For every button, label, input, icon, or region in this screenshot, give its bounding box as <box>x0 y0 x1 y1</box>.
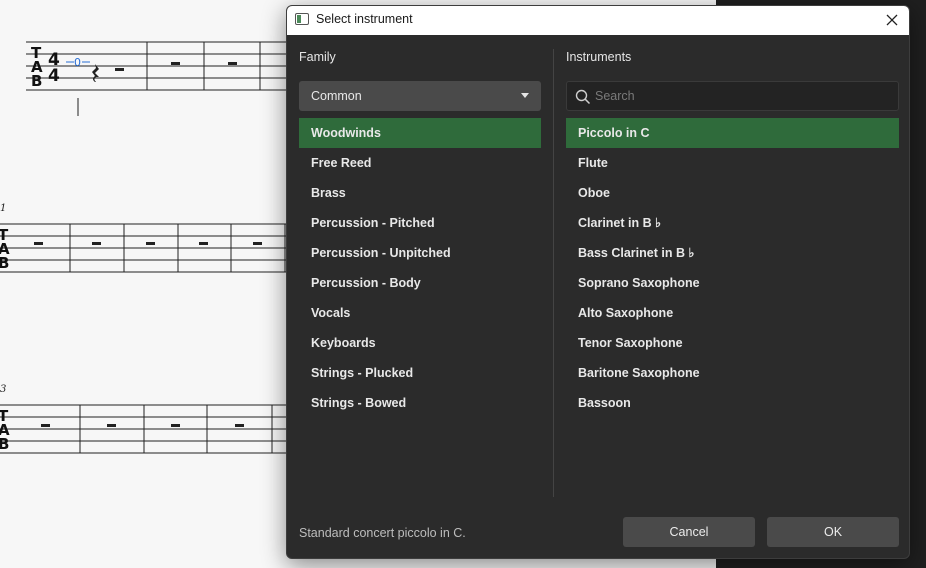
close-button[interactable] <box>879 8 905 32</box>
family-item-free-reed[interactable]: Free Reed <box>299 148 541 178</box>
instrument-item-bass-clarinet[interactable]: Bass Clarinet in B ♭ <box>566 238 899 268</box>
instrument-item-flute[interactable]: Flute <box>566 148 899 178</box>
measure-number-1: 1 <box>0 203 6 214</box>
dialog-titlebar[interactable]: Select instrument <box>287 6 909 35</box>
family-dropdown[interactable]: Common <box>299 81 541 111</box>
family-item-keyboards[interactable]: Keyboards <box>299 328 541 358</box>
tab-clef-b-3: B <box>0 435 9 453</box>
family-dropdown-value: Common <box>311 89 362 103</box>
instrument-item-baritone-sax[interactable]: Baritone Saxophone <box>566 358 899 388</box>
measure-number-3: 3 <box>0 384 6 395</box>
family-item-brass[interactable]: Brass <box>299 178 541 208</box>
family-item-percussion-body[interactable]: Percussion - Body <box>299 268 541 298</box>
family-item-strings-plucked[interactable]: Strings - Plucked <box>299 358 541 388</box>
close-icon <box>886 14 898 26</box>
family-item-woodwinds[interactable]: Woodwinds <box>299 118 541 148</box>
family-item-percussion-pitched[interactable]: Percussion - Pitched <box>299 208 541 238</box>
instrument-item-piccolo[interactable]: Piccolo in C <box>566 118 899 148</box>
family-item-percussion-unpitched[interactable]: Percussion - Unpitched <box>299 238 541 268</box>
search-icon <box>575 89 591 105</box>
instrument-description: Standard concert piccolo in C. <box>299 526 466 540</box>
instrument-item-oboe[interactable]: Oboe <box>566 178 899 208</box>
family-item-strings-bowed[interactable]: Strings - Bowed <box>299 388 541 418</box>
chevron-down-icon <box>521 93 529 98</box>
dialog-title: Select instrument <box>316 12 413 26</box>
family-label: Family <box>299 50 336 64</box>
select-instrument-dialog: Select instrument Family Instruments Com… <box>286 5 910 559</box>
instrument-item-bassoon[interactable]: Bassoon <box>566 388 899 418</box>
ok-button[interactable]: OK <box>767 517 899 547</box>
time-sig-bottom: 4 <box>48 66 60 86</box>
instrument-item-clarinet[interactable]: Clarinet in B ♭ <box>566 208 899 238</box>
fret-number: 0 <box>74 56 81 69</box>
tab-clef-b-1: B <box>31 72 42 90</box>
column-divider <box>553 49 554 497</box>
instrument-item-tenor-sax[interactable]: Tenor Saxophone <box>566 328 899 358</box>
family-item-vocals[interactable]: Vocals <box>299 298 541 328</box>
app-window-icon <box>295 13 309 25</box>
search-box[interactable] <box>566 81 899 111</box>
cancel-button[interactable]: Cancel <box>623 517 755 547</box>
family-list: Woodwinds Free Reed Brass Percussion - P… <box>299 118 541 418</box>
instrument-list: Piccolo in C Flute Oboe Clarinet in B ♭ … <box>566 118 899 418</box>
search-input[interactable] <box>595 86 885 106</box>
instruments-label: Instruments <box>566 50 632 64</box>
tab-clef-b-2: B <box>0 254 9 272</box>
instrument-item-soprano-sax[interactable]: Soprano Saxophone <box>566 268 899 298</box>
instrument-item-alto-sax[interactable]: Alto Saxophone <box>566 298 899 328</box>
